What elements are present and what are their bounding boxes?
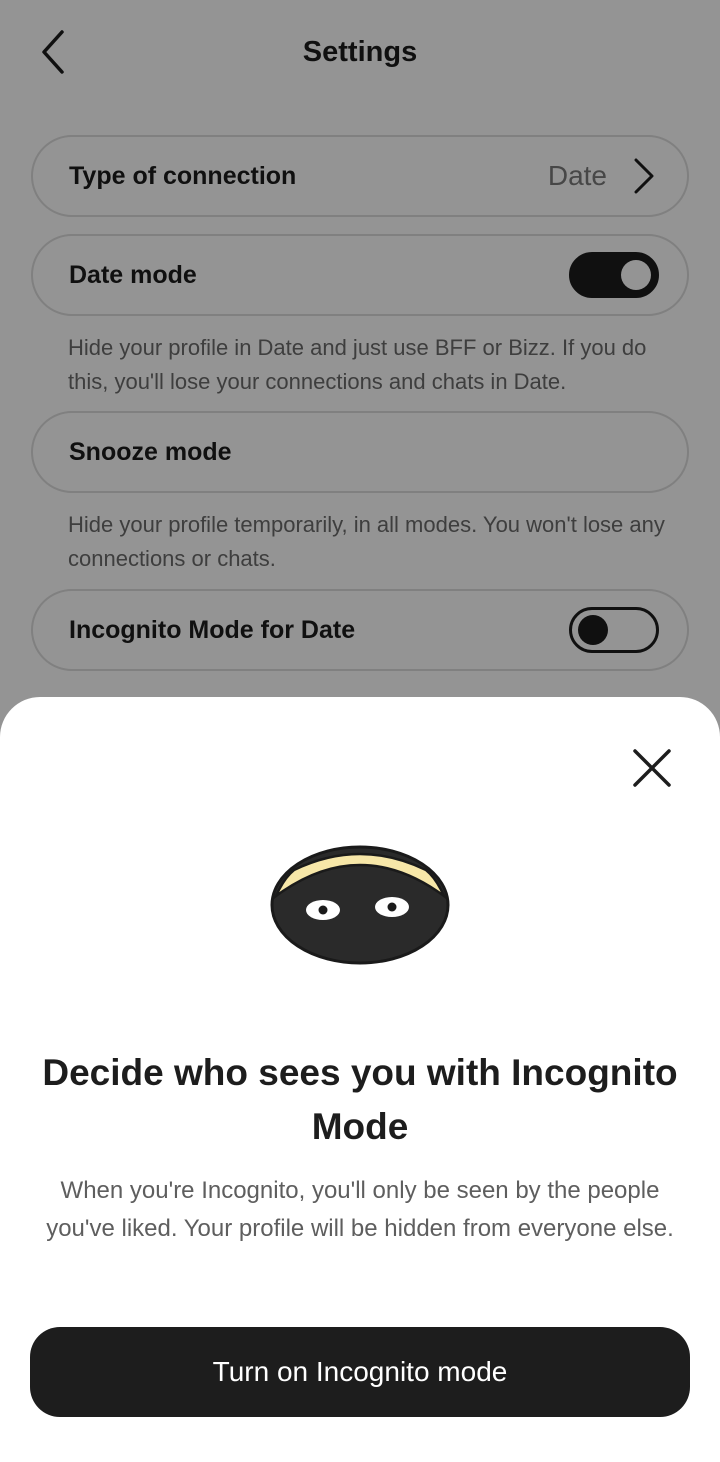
incognito-mask-icon	[270, 845, 450, 965]
turn-on-incognito-button[interactable]: Turn on Incognito mode	[30, 1327, 690, 1417]
sheet-body: When you're Incognito, you'll only be se…	[46, 1177, 674, 1242]
sheet-title: Decide who sees you with Incognito Mode	[42, 1052, 678, 1147]
close-button[interactable]	[626, 742, 678, 794]
close-icon	[633, 749, 671, 787]
